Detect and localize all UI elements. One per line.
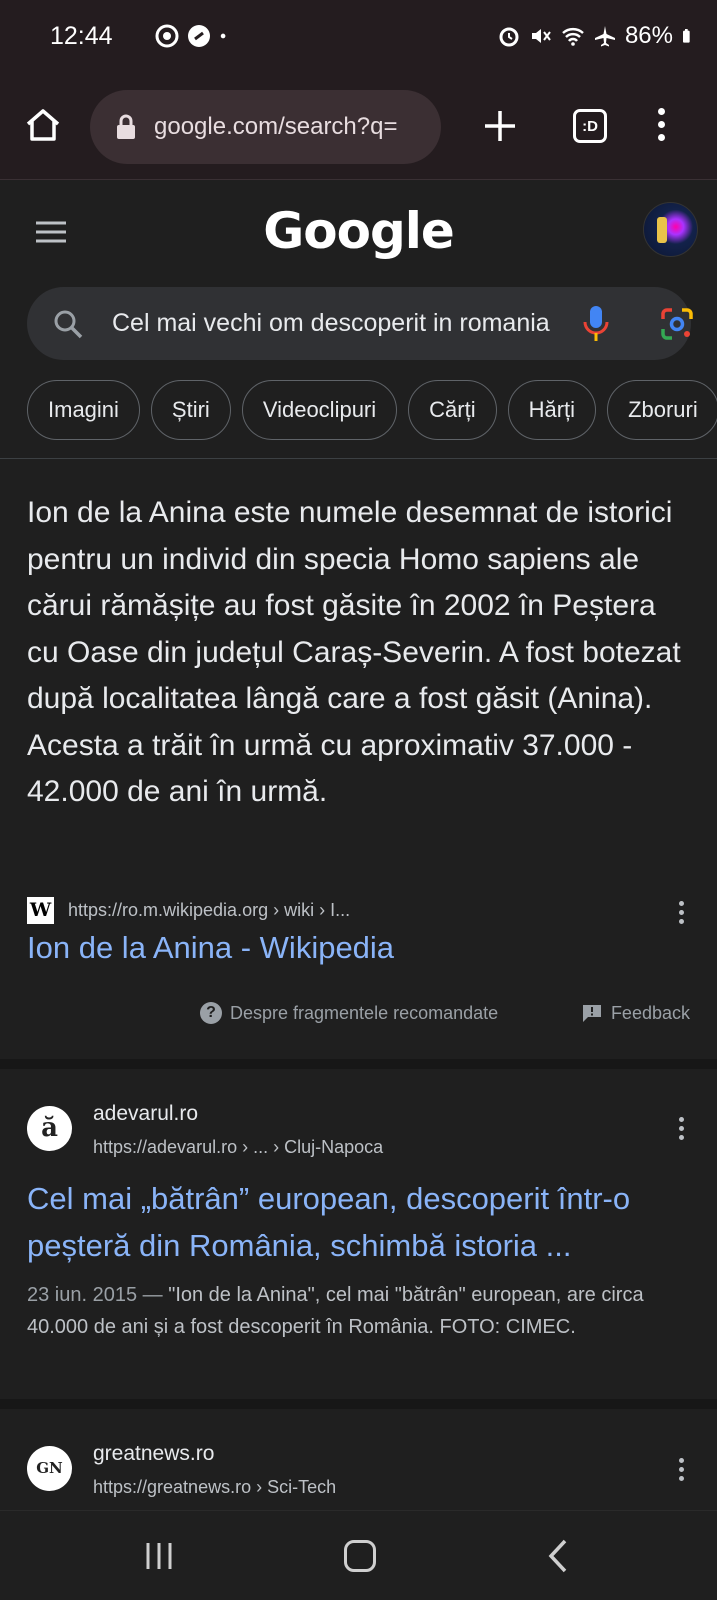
browser-menu-icon[interactable]: [656, 108, 666, 144]
battery-icon: [683, 29, 690, 43]
featured-snippet-source[interactable]: W https://ro.m.wikipedia.org › wiki › I.…: [27, 897, 350, 924]
back-icon[interactable]: [548, 1539, 568, 1573]
lock-icon: [117, 114, 135, 139]
new-tab-icon[interactable]: [482, 108, 518, 144]
chips-divider: [0, 458, 717, 459]
android-navigation-bar: [0, 1510, 717, 1600]
site-favicon: GN: [27, 1446, 72, 1491]
featured-snippet-url: https://ro.m.wikipedia.org › wiki › I...: [68, 900, 351, 920]
search-filter-chips: Imagini Știri Videoclipuri Cărți Hărți Z…: [27, 380, 717, 440]
result-site-name[interactable]: greatnews.ro: [93, 1442, 214, 1466]
site-favicon: ă: [27, 1106, 72, 1151]
featured-snippet-text: Ion de la Anina este numele desemnat de …: [27, 496, 681, 808]
account-avatar[interactable]: [643, 202, 698, 257]
search-result: ă adevarul.ro https://adevarul.ro › ... …: [0, 1069, 717, 1399]
featured-snippet-footer: ? Despre fragmentele recomandate Feedbac…: [200, 1002, 690, 1024]
tab-switcher-button[interactable]: :D: [573, 109, 607, 143]
browser-toolbar: google.com/search?q= :D: [0, 72, 717, 180]
chip-flights[interactable]: Zboruri: [607, 380, 717, 440]
address-url: google.com/search?q=: [154, 113, 398, 140]
search-result: GN greatnews.ro https://greatnews.ro › S…: [0, 1409, 717, 1510]
link-icon: [188, 25, 210, 47]
mute-icon: [531, 29, 551, 43]
feedback-label: Feedback: [610, 1002, 690, 1023]
voice-search-icon[interactable]: [583, 305, 609, 343]
home-button-icon[interactable]: [344, 1540, 376, 1572]
result-date: 23 iun. 2015 —: [27, 1284, 169, 1306]
result-site-name[interactable]: adevarul.ro: [93, 1102, 198, 1126]
chip-images[interactable]: Imagini: [27, 380, 140, 440]
chrome-icon: [155, 24, 179, 48]
airplane-icon: [594, 26, 615, 47]
feedback-icon: [582, 1005, 601, 1022]
search-icon: [54, 310, 83, 339]
google-header: Google: [0, 180, 717, 280]
result-url[interactable]: https://greatnews.ro › Sci-Tech: [93, 1477, 336, 1498]
result-title-link[interactable]: Cel mai „bătrân” european, descoperit în…: [27, 1175, 693, 1269]
recent-apps-icon[interactable]: [144, 1541, 174, 1571]
search-box[interactable]: Cel mai vechi om descoperit in romania: [27, 287, 694, 360]
about-snippets-label: Despre fragmentele recomandate: [230, 1002, 499, 1023]
wifi-icon: [562, 28, 584, 46]
featured-snippet-title-link[interactable]: Ion de la Anina - Wikipedia: [27, 930, 394, 966]
result-url[interactable]: https://adevarul.ro › ... › Cluj-Napoca: [93, 1137, 383, 1158]
alarm-icon: [499, 27, 519, 47]
about-snippets-link[interactable]: ? Despre fragmentele recomandate: [200, 1002, 498, 1024]
wikipedia-icon: W: [27, 897, 54, 924]
more-options-icon[interactable]: [677, 1117, 685, 1143]
search-input[interactable]: Cel mai vechi om descoperit in romania: [112, 309, 560, 338]
home-icon[interactable]: [24, 106, 62, 144]
dot-icon: [220, 33, 226, 39]
status-time: 12:44: [50, 22, 113, 50]
section-separator: [0, 1059, 717, 1069]
section-separator: [0, 1399, 717, 1409]
more-options-icon[interactable]: [677, 901, 685, 927]
address-bar[interactable]: google.com/search?q=: [90, 90, 441, 164]
notification-icons: [155, 24, 233, 48]
status-bar: 12:44 86%: [0, 0, 717, 72]
more-options-icon[interactable]: [677, 1458, 685, 1484]
chip-books[interactable]: Cărți: [408, 380, 497, 440]
result-snippet: 23 iun. 2015 — "Ion de la Anina", cel ma…: [27, 1280, 693, 1343]
chip-videos[interactable]: Videoclipuri: [241, 380, 398, 440]
google-logo[interactable]: Google: [0, 202, 717, 260]
feedback-link[interactable]: Feedback: [581, 1003, 690, 1024]
system-icons: 86%: [497, 22, 697, 50]
google-lens-icon[interactable]: [660, 307, 694, 341]
battery-percentage: 86%: [624, 22, 673, 49]
help-icon: ?: [200, 1002, 222, 1024]
chip-news[interactable]: Știri: [150, 380, 231, 440]
chip-maps[interactable]: Hărți: [507, 380, 597, 440]
